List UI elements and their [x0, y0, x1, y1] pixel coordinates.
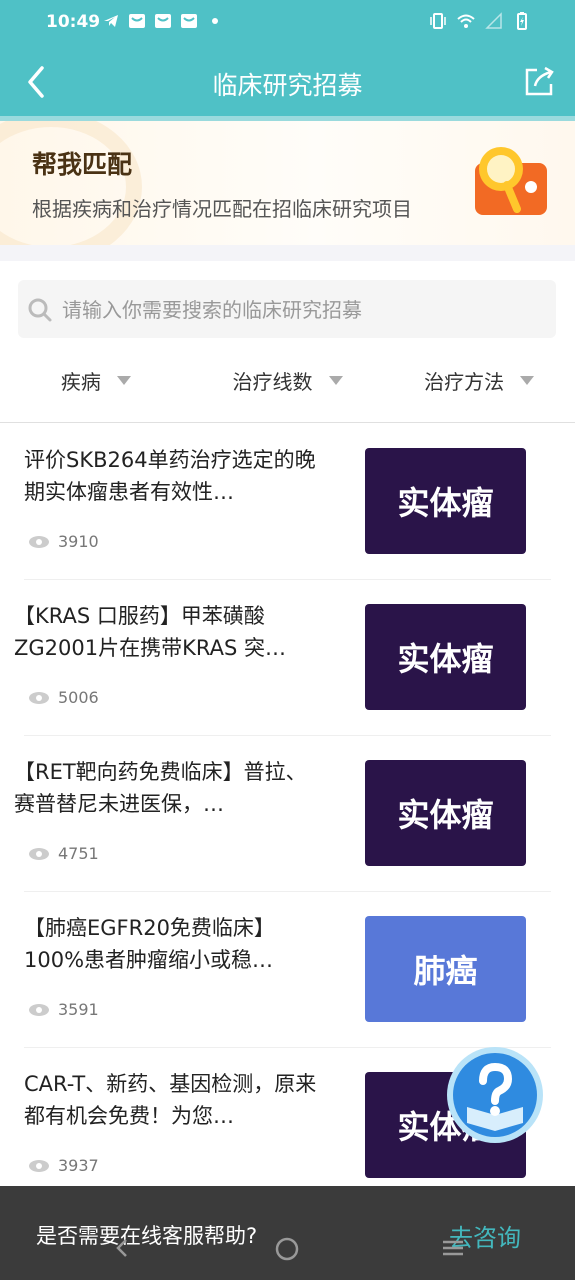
view-count: 3937	[58, 1156, 99, 1175]
status-bar: 10:49	[0, 0, 575, 46]
nav-bar: 临床研究招募	[0, 46, 575, 118]
dropdown-arrow-icon	[520, 375, 535, 385]
page-title: 临床研究招募	[212, 71, 363, 100]
disease-tag: 实体瘤	[365, 604, 526, 710]
dropdown-arrow-icon	[116, 375, 131, 385]
item-title: 评价SKB264单药治疗选定的晚期实体瘤患者有效性…	[24, 448, 316, 504]
eye-icon	[29, 1003, 49, 1016]
match-banner[interactable]: 帮我匹配 根据疾病和治疗情况匹配在招临床研究项目	[0, 121, 575, 245]
eye-icon	[29, 691, 49, 704]
disease-tag: 肺癌	[365, 916, 526, 1022]
view-count: 3910	[58, 532, 99, 551]
filter-treatment-lines[interactable]: 治疗线数	[192, 352, 384, 408]
search-input[interactable]	[60, 280, 544, 340]
dropdown-arrow-icon	[328, 375, 343, 385]
disease-tag: 实体瘤	[365, 448, 526, 554]
search-box[interactable]	[18, 280, 556, 340]
list-item[interactable]: 【肺癌EGFR20免费临床】100%患者肿瘤缩小或稳… 3591 肺癌	[0, 892, 575, 1048]
search-icon	[28, 298, 52, 322]
list-item[interactable]: 【RET靶向药免费临床】普拉、赛普替尼未进医保，… 4751 实体瘤	[0, 736, 575, 892]
telegram-icon	[104, 15, 118, 27]
wifi-icon	[457, 14, 475, 28]
share-icon[interactable]	[521, 64, 557, 100]
list-item[interactable]: 评价SKB264单药治疗选定的晚期实体瘤患者有效性… 3910 实体瘤	[0, 424, 575, 580]
system-menu-icon[interactable]	[440, 1236, 466, 1260]
system-home-icon[interactable]	[274, 1236, 300, 1262]
eye-icon	[29, 535, 49, 548]
help-question-icon[interactable]	[445, 1045, 545, 1145]
item-title: 【肺癌EGFR20免费临床】100%患者肿瘤缩小或稳…	[24, 916, 275, 972]
filter-bar: 疾病 治疗线数 治疗方法	[0, 352, 575, 408]
eye-icon	[29, 1159, 49, 1172]
service-prompt: 是否需要在线客服帮助?	[36, 1224, 258, 1248]
filter-treatment-method[interactable]: 治疗方法	[383, 352, 575, 408]
signal-icon	[485, 12, 502, 29]
mail-icon	[129, 14, 145, 28]
system-back-icon[interactable]	[112, 1236, 132, 1260]
disease-tag: 实体瘤	[365, 760, 526, 866]
status-time: 10:49	[46, 12, 101, 32]
view-count: 4751	[58, 844, 99, 863]
item-title: 【KRAS 口服药】甲苯磺酸ZG2001片在携带KRAS 突…	[14, 604, 286, 660]
list-item[interactable]: 【KRAS 口服药】甲苯磺酸ZG2001片在携带KRAS 突… 5006 实体瘤	[0, 580, 575, 736]
mail-icon	[155, 14, 171, 28]
mail-icon	[181, 14, 197, 28]
filter-disease[interactable]: 疾病	[0, 352, 192, 408]
banner-title: 帮我匹配	[32, 150, 133, 179]
item-title: CAR-T、新药、基因检测，原来都有机会免费！为您…	[24, 1072, 317, 1128]
battery-icon	[517, 12, 527, 30]
item-title: 【RET靶向药免费临床】普拉、赛普替尼未进医保，…	[14, 760, 307, 816]
vibrate-icon	[430, 13, 446, 29]
dot-icon	[212, 18, 218, 24]
view-count: 3591	[58, 1000, 99, 1019]
view-count: 5006	[58, 688, 99, 707]
magnifier-icon	[475, 147, 547, 215]
customer-service-bar: 是否需要在线客服帮助? 去咨询	[0, 1186, 575, 1280]
eye-icon	[29, 847, 49, 860]
banner-subtitle: 根据疾病和治疗情况匹配在招临床研究项目	[32, 197, 412, 221]
